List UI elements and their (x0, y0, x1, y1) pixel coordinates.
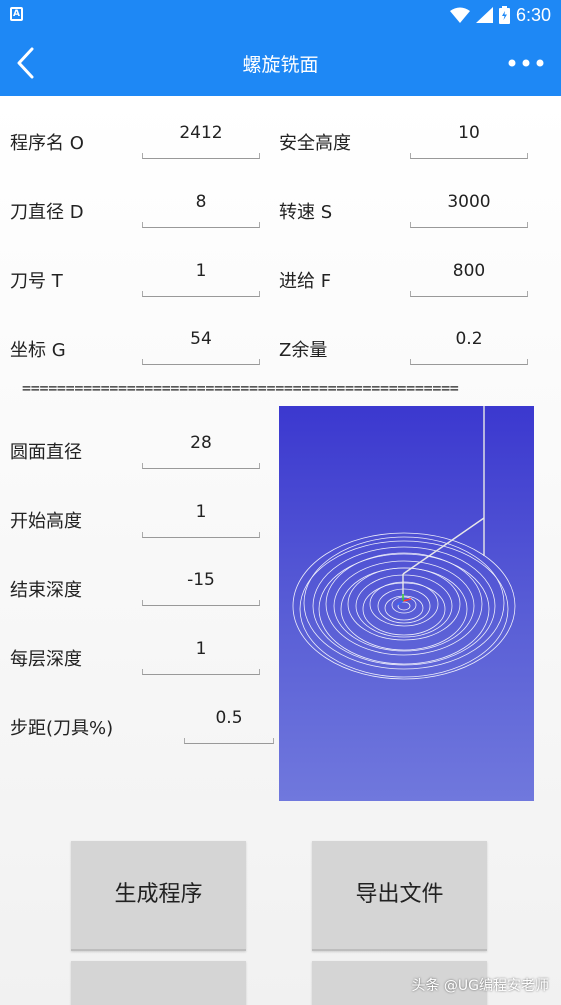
status-icons: 6:30 (449, 4, 551, 26)
notification-icon: A (10, 7, 23, 21)
end-depth-value: -15 (187, 570, 215, 590)
start-height-label: 开始高度 (10, 511, 82, 532)
wifi-icon (449, 7, 470, 23)
start-height-value: 1 (195, 502, 207, 522)
safe-height-field[interactable]: 10 (410, 119, 528, 159)
z-allowance-field[interactable]: 0.2 (410, 325, 528, 365)
coordinate-label: 坐标 G (10, 340, 66, 361)
layer-depth-label: 每层深度 (10, 649, 82, 670)
end-depth-field[interactable]: -15 (142, 566, 260, 606)
export-file-button[interactable]: 导出文件 (312, 841, 487, 951)
program-name-field[interactable]: 2412 (142, 119, 260, 159)
tool-diameter-label: 刀直径 D (10, 202, 84, 223)
layer-depth-value: 1 (195, 639, 207, 659)
safe-height-value: 10 (458, 123, 480, 143)
feed-value: 800 (452, 261, 486, 281)
section-divider: ========================================… (22, 379, 459, 397)
signal-icon (475, 7, 493, 23)
coordinate-field[interactable]: 54 (142, 325, 260, 365)
end-depth-label: 结束深度 (10, 580, 82, 601)
start-height-field[interactable]: 1 (142, 498, 260, 538)
feed-field[interactable]: 800 (410, 257, 528, 297)
tool-diameter-value: 8 (195, 192, 207, 212)
extra-button-left[interactable] (71, 961, 246, 1005)
layer-depth-field[interactable]: 1 (142, 635, 260, 675)
step-value: 0.5 (215, 708, 243, 728)
battery-icon (498, 6, 510, 24)
more-options-icon[interactable] (507, 52, 545, 74)
circle-diameter-label: 圆面直径 (10, 442, 82, 463)
toolpath-preview (279, 406, 534, 801)
tool-number-value: 1 (195, 261, 207, 281)
form-area: 程序名 O 2412 安全高度 10 刀直径 D 8 转速 S 3000 刀号 … (0, 96, 561, 1005)
program-name-value: 2412 (179, 123, 223, 143)
tool-number-label: 刀号 T (10, 271, 63, 292)
step-field[interactable]: 0.5 (184, 704, 274, 744)
z-allowance-value: 0.2 (455, 329, 483, 349)
page-title: 螺旋铣面 (242, 54, 319, 76)
status-bar: A 6:30 (0, 0, 561, 30)
generate-program-button[interactable]: 生成程序 (71, 841, 246, 951)
feed-label: 进给 F (279, 271, 332, 292)
tool-number-field[interactable]: 1 (142, 257, 260, 297)
spindle-speed-label: 转速 S (279, 202, 333, 223)
watermark: 头条 @UG编程安老师 (411, 978, 549, 994)
app-bar: 螺旋铣面 (0, 30, 561, 96)
circle-diameter-value: 28 (190, 433, 212, 453)
x-axis-icon (402, 598, 412, 602)
safe-height-label: 安全高度 (279, 133, 351, 154)
tool-diameter-field[interactable]: 8 (142, 188, 260, 228)
coordinate-value: 54 (190, 329, 212, 349)
spindle-speed-value: 3000 (447, 192, 491, 212)
program-name-label: 程序名 O (10, 133, 84, 154)
step-label: 步距(刀具%) (10, 718, 114, 739)
z-axis-icon (396, 600, 404, 606)
status-time: 6:30 (515, 4, 551, 25)
z-allowance-label: Z余量 (279, 340, 328, 361)
spindle-speed-field[interactable]: 3000 (410, 188, 528, 228)
spiral-toolpath (292, 406, 516, 680)
circle-diameter-field[interactable]: 28 (142, 429, 260, 469)
